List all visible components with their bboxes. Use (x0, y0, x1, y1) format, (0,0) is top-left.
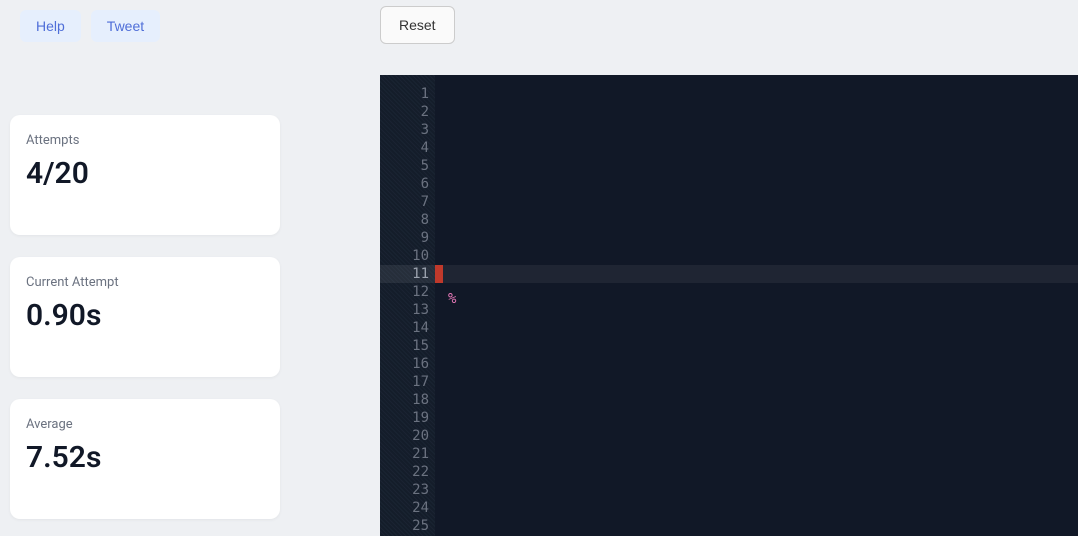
line-number: 16 (380, 355, 435, 373)
current-attempt-value: 0.90s (26, 298, 264, 333)
code-line (435, 427, 1078, 445)
line-number: 4 (380, 139, 435, 157)
help-button[interactable]: Help (20, 10, 81, 42)
code-line (435, 301, 1078, 319)
line-number: 8 (380, 211, 435, 229)
line-number: 19 (380, 409, 435, 427)
line-number: 12 (380, 283, 435, 301)
line-number: 13 (380, 301, 435, 319)
line-number: 18 (380, 391, 435, 409)
line-number: 5 (380, 157, 435, 175)
code-line (435, 229, 1078, 247)
code-line (435, 247, 1078, 265)
line-numbers: 1234567891011121314151617181920212223242… (380, 75, 435, 535)
code-content (435, 85, 1078, 535)
line-number: 6 (380, 175, 435, 193)
line-number: 21 (380, 445, 435, 463)
line-number: 2 (380, 103, 435, 121)
code-line (435, 193, 1078, 211)
code-editor[interactable]: 1234567891011121314151617181920212223242… (380, 75, 1078, 536)
code-line (435, 409, 1078, 427)
line-number: 17 (380, 373, 435, 391)
code-line (435, 373, 1078, 391)
line-number: 9 (380, 229, 435, 247)
line-number: 23 (380, 481, 435, 499)
line-number: 7 (380, 193, 435, 211)
editor-cursor (435, 265, 443, 283)
code-line (435, 265, 1078, 283)
average-label: Average (26, 417, 264, 432)
code-line (435, 319, 1078, 337)
reset-button[interactable]: Reset (380, 6, 455, 44)
code-line (435, 337, 1078, 355)
average-value: 7.52s (26, 440, 264, 475)
code-line (435, 103, 1078, 121)
code-line (435, 391, 1078, 409)
tweet-button[interactable]: Tweet (91, 10, 160, 42)
editor-gutter: 1234567891011121314151617181920212223242… (380, 75, 435, 536)
line-number: 14 (380, 319, 435, 337)
code-line (435, 481, 1078, 499)
code-line (435, 283, 1078, 301)
line-number: 10 (380, 247, 435, 265)
attempts-label: Attempts (26, 133, 264, 148)
code-line (435, 355, 1078, 373)
code-line (435, 463, 1078, 481)
attempts-card: Attempts 4/20 (10, 115, 280, 235)
line-number: 22 (380, 463, 435, 481)
code-line (435, 121, 1078, 139)
code-line (435, 517, 1078, 535)
average-card: Average 7.52s (10, 399, 280, 519)
code-line (435, 175, 1078, 193)
stats-sidebar: Attempts 4/20 Current Attempt 0.90s Aver… (10, 115, 280, 519)
attempts-value: 4/20 (26, 156, 264, 191)
current-attempt-label: Current Attempt (26, 275, 264, 290)
code-line (435, 157, 1078, 175)
line-number: 24 (380, 499, 435, 517)
line-number: 11 (380, 265, 435, 283)
percent-token: % (448, 291, 456, 307)
line-number: 15 (380, 337, 435, 355)
code-line (435, 211, 1078, 229)
line-number: 3 (380, 121, 435, 139)
code-line (435, 445, 1078, 463)
line-number: 1 (380, 85, 435, 103)
code-line (435, 139, 1078, 157)
code-line (435, 499, 1078, 517)
line-number: 25 (380, 517, 435, 535)
current-attempt-card: Current Attempt 0.90s (10, 257, 280, 377)
code-line (435, 85, 1078, 103)
line-number: 20 (380, 427, 435, 445)
